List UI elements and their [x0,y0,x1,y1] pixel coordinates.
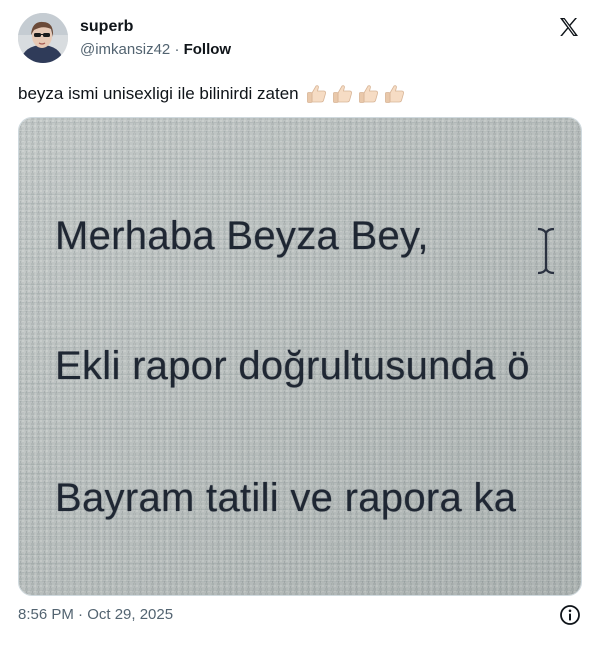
tweet-text-row: beyza ismi unisexligi ile bilinirdi zate… [18,83,407,105]
meta-separator: · [174,41,180,58]
thumbs-up-icon [306,85,326,103]
author-name[interactable]: superb [80,18,133,36]
tweet-card: superb @imkansiz42 · Follow beyza ismi u… [0,0,600,645]
follow-button[interactable]: Follow [184,41,232,58]
avatar-photo [18,13,68,63]
thumbs-up-emoji-group [305,83,407,105]
info-icon[interactable] [559,604,581,626]
photo-text-line-2: Ekli rapor doğrultusunda ö [55,344,530,388]
x-logo-icon[interactable] [557,15,581,39]
thumbs-up-icon [384,85,404,103]
avatar[interactable] [18,13,68,63]
thumbs-up-icon [332,85,352,103]
author-handle[interactable]: @imkansiz42 [80,41,170,58]
photo-text-line-3: Bayram tatili ve rapora ka [55,476,517,520]
tweet-text: beyza ismi unisexligi ile bilinirdi zate… [18,84,299,103]
author-meta: @imkansiz42 · Follow [80,41,231,58]
thumbs-up-icon [358,85,378,103]
tweet-media-photo[interactable]: Merhaba Beyza Bey, Ekli rapor doğrultusu… [18,117,582,596]
text-cursor-icon [537,227,555,275]
photo-text-line-1: Merhaba Beyza Bey, [55,214,429,258]
tweet-timestamp[interactable]: 8:56 PM · Oct 29, 2025 [18,606,173,623]
